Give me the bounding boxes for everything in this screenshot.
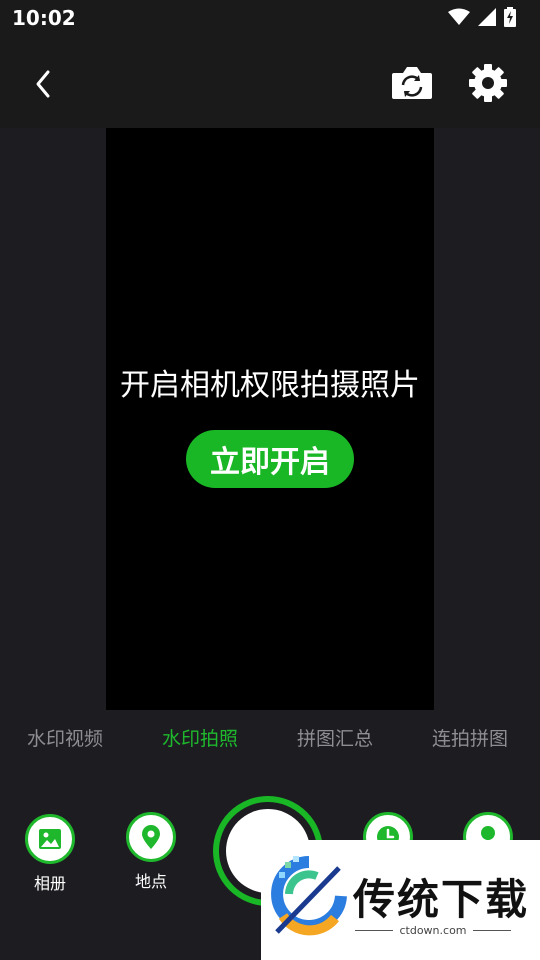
image-icon: [39, 829, 61, 849]
location-pin-icon: [142, 825, 160, 849]
watermark-title: 传统下载: [353, 875, 530, 924]
gear-icon: [469, 64, 507, 102]
status-time: 10:02: [12, 6, 76, 30]
tab-burst-collage[interactable]: 连拍拼图: [432, 724, 508, 751]
tab-collage-summary[interactable]: 拼图汇总: [297, 724, 373, 751]
watermark-divider-right: [473, 930, 511, 931]
album-button[interactable]: 相册: [24, 814, 76, 894]
status-icons: [448, 7, 516, 27]
wifi-icon: [448, 8, 470, 25]
location-label: 地点: [134, 872, 167, 891]
tab-watermark-photo[interactable]: 水印拍照: [162, 724, 238, 751]
enable-permission-button[interactable]: 立即开启: [186, 430, 354, 488]
top-bar: [0, 36, 540, 128]
signal-icon: [478, 8, 496, 26]
back-arrow-icon: [36, 70, 50, 98]
location-button[interactable]: 地点: [124, 812, 178, 892]
back-button[interactable]: [30, 66, 58, 102]
camera-preview: 开启相机权限拍摄照片 立即开启: [106, 128, 434, 710]
location-icon-circle: [126, 812, 176, 862]
album-icon-circle: [25, 814, 75, 864]
settings-button[interactable]: [468, 63, 508, 103]
tab-watermark-video[interactable]: 水印视频: [27, 724, 103, 751]
permission-message: 开启相机权限拍摄照片: [120, 368, 420, 403]
ctdown-logo-icon: [271, 856, 347, 936]
switch-camera-button[interactable]: [390, 64, 434, 102]
status-bar: 10:02: [0, 0, 540, 36]
site-watermark: 传统下载 ctdown.com: [261, 840, 540, 960]
battery-icon: [504, 7, 516, 27]
album-label: 相册: [33, 874, 66, 893]
switch-camera-icon: [392, 67, 432, 99]
mode-tabs: 水印视频 水印拍照 拼图汇总 连拍拼图: [0, 724, 540, 756]
